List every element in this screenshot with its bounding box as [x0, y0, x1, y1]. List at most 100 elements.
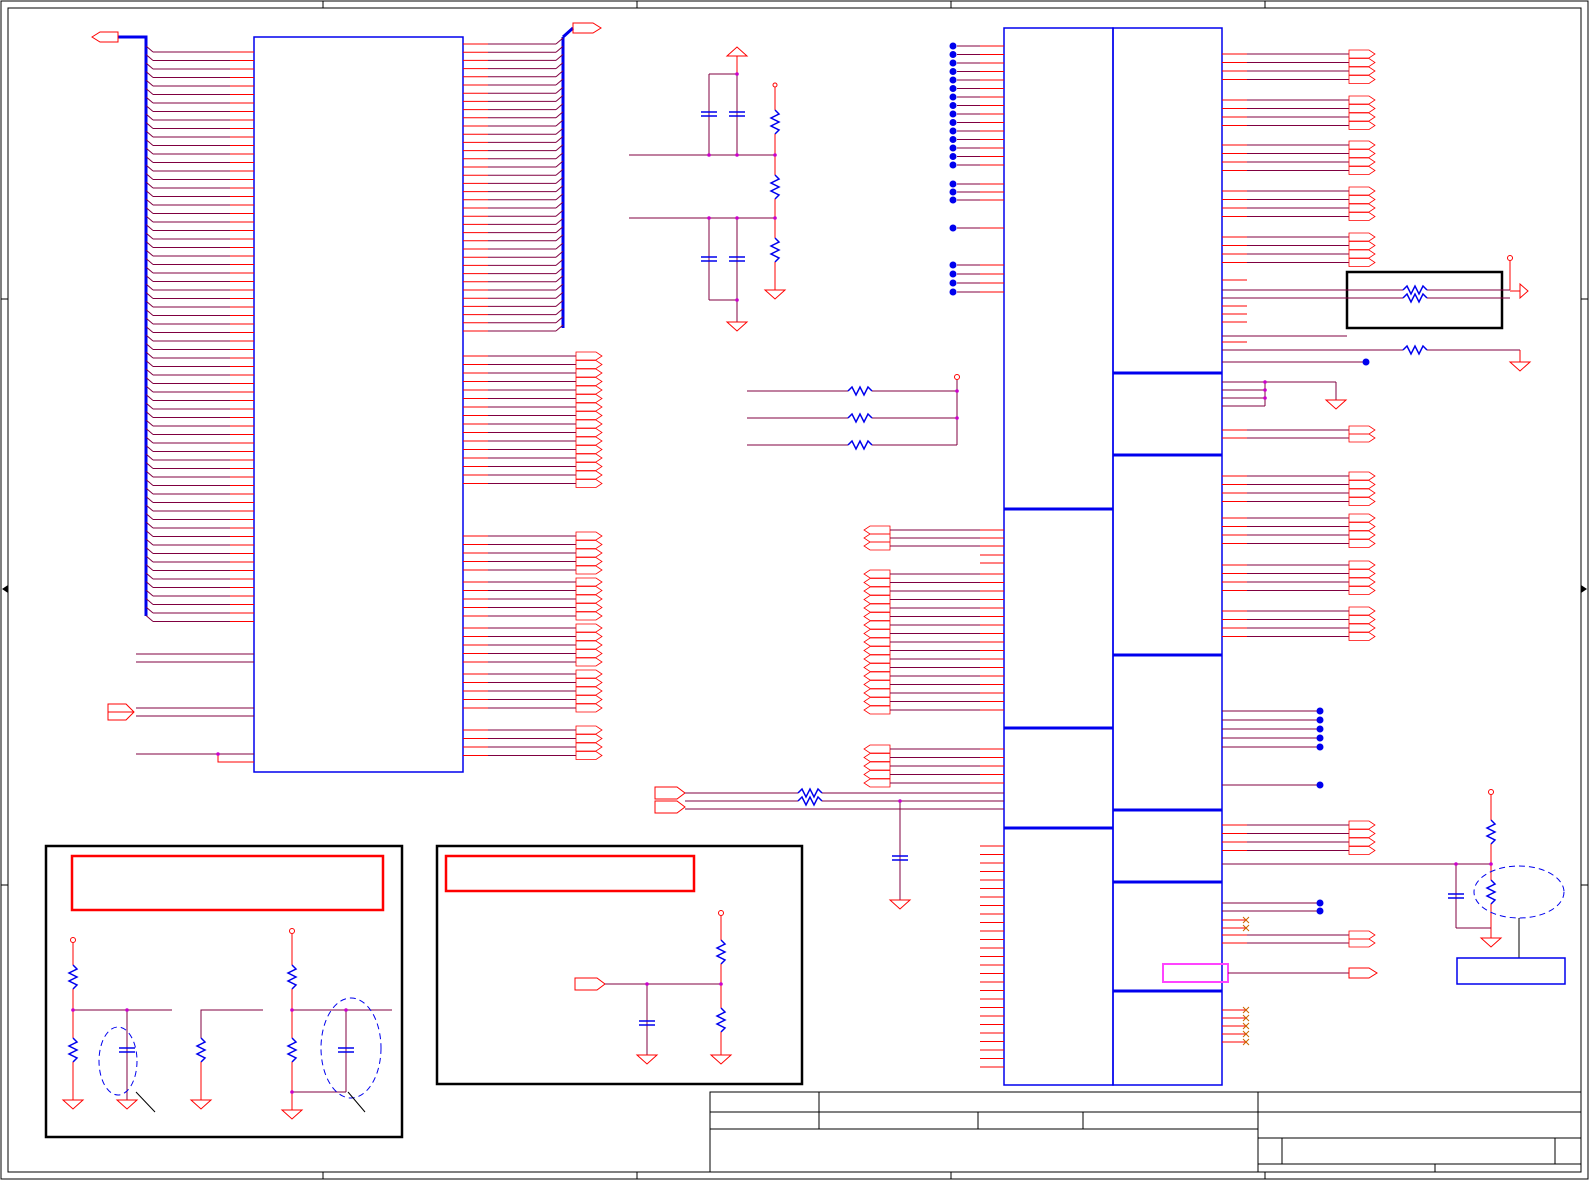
off-page-connector: [1348, 140, 1376, 150]
no-connect-dot: [1316, 743, 1324, 751]
off-page-connector: [1348, 121, 1376, 130]
off-page-connector: [863, 761, 891, 771]
no-connect-dot: [949, 153, 957, 160]
left-bus: [91, 31, 148, 616]
off-page-connector: [575, 623, 603, 633]
schematic-canvas: [0, 0, 1589, 1180]
no-connect-dot: [949, 127, 957, 135]
no-connect-dot: [949, 110, 957, 118]
off-page-connector: [575, 531, 603, 541]
off-page-connector: [863, 541, 891, 551]
off-page-connector: [575, 669, 603, 679]
off-page-connector: [575, 703, 603, 713]
off-page-connector: [1348, 513, 1376, 523]
off-page-connector: [1348, 522, 1376, 531]
off-page-connector: [1348, 149, 1376, 158]
off-page-connector: [1348, 75, 1376, 84]
off-page-connector: [575, 577, 603, 587]
off-page-connector: [1348, 95, 1376, 105]
no-connect-dot: [949, 119, 957, 126]
note-box-bottom-right: [1456, 957, 1566, 985]
off-page-connector: [575, 453, 603, 463]
no-connect-dot: [949, 224, 957, 232]
off-page-connector: [1348, 623, 1376, 633]
off-page-connector: [575, 436, 603, 446]
ground-symbol: [725, 321, 749, 332]
ic-right-right-pins: [1222, 49, 1376, 1046]
right-bus-port: [572, 22, 602, 34]
note-heading-box-left: [70, 854, 385, 912]
no-connect-dot: [1316, 707, 1324, 715]
ic-right-body: [1003, 27, 1223, 1086]
off-page-connector: [1348, 433, 1376, 443]
off-page-connector: [863, 744, 891, 754]
off-page-connector: [575, 565, 603, 575]
off-page-connector: [575, 470, 603, 480]
pullup-resistors-mid: [747, 374, 960, 451]
series-resistor-mid-bottom: [654, 786, 1004, 910]
off-page-connector: [575, 479, 603, 488]
ground-symbol: [1324, 399, 1348, 410]
off-page-connector: [863, 578, 891, 587]
off-page-connector: [863, 612, 891, 621]
off-page-connector: [863, 680, 891, 689]
ic-left-output-pins: [463, 37, 564, 332]
off-page-connector: [575, 428, 603, 437]
off-page-connector: [863, 646, 891, 655]
no-connect-dot: [949, 59, 957, 67]
off-page-connector: [575, 640, 603, 650]
off-page-connector: [575, 445, 603, 454]
off-page-connector: [575, 695, 603, 704]
ic-left-input-pins: [145, 45, 254, 622]
off-page-connector: [575, 419, 603, 429]
off-page-connector: [863, 525, 891, 535]
off-page-connector: [575, 725, 603, 735]
ic-left-control-pins: [107, 653, 254, 763]
off-page-connector: [1348, 560, 1376, 570]
off-page-connector: [575, 377, 603, 386]
off-page-connector: [575, 586, 603, 595]
ic-right-left-pins: [863, 42, 1004, 1068]
no-connect-dot: [949, 180, 957, 188]
off-page-connector: [575, 649, 603, 658]
off-page-connector: [863, 671, 891, 681]
no-connect-dot: [1316, 725, 1324, 733]
off-page-connector: [1348, 203, 1376, 213]
off-page-connector: [863, 533, 891, 543]
off-page-connector: [1348, 837, 1376, 847]
no-connect-dot: [1316, 899, 1324, 907]
off-page-connector: [1348, 820, 1376, 830]
off-page-connector: [863, 595, 891, 604]
ic-left-body: [253, 36, 464, 773]
no-connect-dot: [949, 261, 957, 269]
off-page-connector: [863, 705, 891, 715]
ic-left-port-groups: [463, 351, 603, 760]
schematic-sheet: [0, 0, 1589, 1180]
ground-symbol: [888, 899, 912, 910]
no-connect-dot: [1316, 781, 1324, 789]
power-arrow-top: [725, 46, 749, 57]
off-page-connector: [863, 586, 891, 596]
off-page-connector: [1348, 930, 1376, 940]
off-page-connector: [1348, 480, 1376, 489]
off-page-connector: [1348, 186, 1376, 196]
off-page-connector: [1348, 232, 1376, 242]
off-page-connector: [863, 603, 891, 613]
rc-network-bottom-right: [1222, 789, 1566, 985]
off-page-connector: [863, 688, 891, 698]
off-page-connector: [575, 751, 603, 760]
bus-entry: [145, 615, 154, 622]
off-page-connector: [1348, 241, 1376, 250]
off-page-connector: [575, 351, 603, 361]
off-page-connector: [575, 385, 603, 395]
port-arrow: [1519, 282, 1529, 300]
termination-resistor-box: [1222, 255, 1532, 372]
off-page-connector: [575, 360, 603, 369]
off-page-connector: [1348, 195, 1376, 204]
off-page-connector: [1348, 49, 1376, 59]
note-panel-middle: [435, 844, 804, 1086]
off-page-connector: [575, 548, 603, 558]
no-connect-dot: [949, 270, 957, 278]
highlight-box: [1162, 963, 1229, 983]
no-connect-dot: [949, 161, 957, 169]
